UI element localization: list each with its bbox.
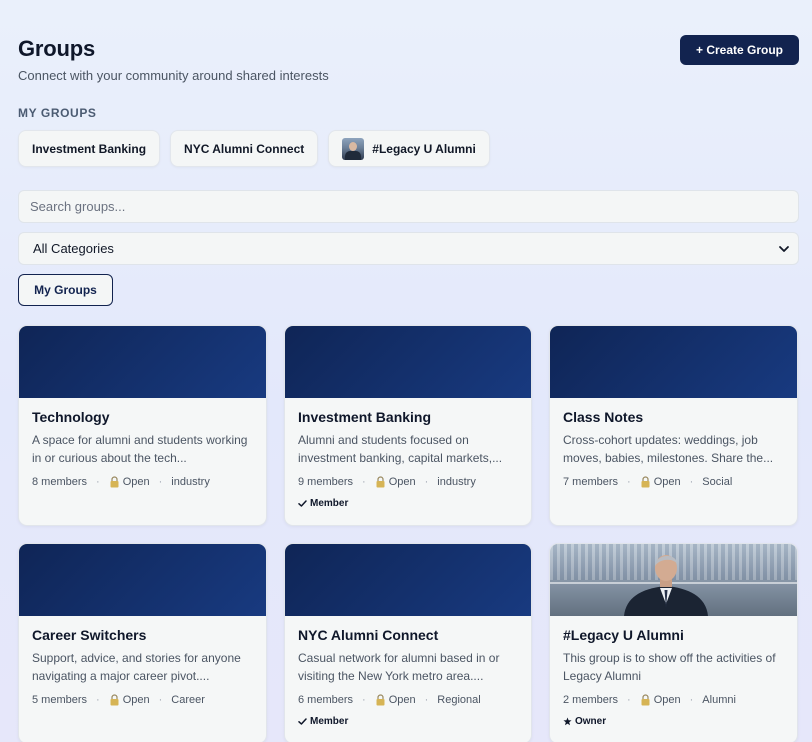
badge-label: Owner <box>575 716 607 727</box>
group-title: Career Switchers <box>32 627 147 643</box>
group-title: Technology <box>32 409 110 425</box>
check-icon <box>298 500 307 507</box>
access-label: Open <box>122 476 150 488</box>
group-category: Alumni <box>702 694 736 706</box>
group-description: This group is to show off the activities… <box>563 651 776 683</box>
group-category: Career <box>171 694 205 706</box>
group-banner <box>285 544 531 616</box>
member-count: 9 members <box>298 476 354 488</box>
group-title: Investment Banking <box>298 409 432 425</box>
group-meta: 5 members · Open · Career <box>32 694 205 706</box>
member-count: 5 members <box>32 694 88 706</box>
chevron-down-icon <box>779 245 789 252</box>
groups-grid: Technology A space for alumni and studen… <box>18 325 799 742</box>
group-banner <box>550 326 797 398</box>
group-category: industry <box>171 476 210 488</box>
group-card[interactable]: #Legacy U Alumni This group is to show o… <box>549 543 798 742</box>
group-meta: 2 members · Open · Alumni <box>563 694 736 706</box>
member-badge: Member <box>298 716 518 727</box>
chip-label: Investment Banking <box>32 141 147 156</box>
group-description: A space for alumni and students working … <box>32 433 248 465</box>
group-category: Social <box>702 476 733 488</box>
group-title: #Legacy U Alumni <box>563 627 684 643</box>
access-label: Open <box>388 694 416 706</box>
group-description: Alumni and students focused on investmen… <box>298 433 503 465</box>
group-avatar <box>342 137 365 160</box>
group-meta: 7 members · Open · Social <box>563 476 733 488</box>
my-groups-heading: MY GROUPS <box>18 106 97 120</box>
search-input[interactable] <box>18 190 799 223</box>
my-group-chip-investment-banking[interactable]: Investment Banking <box>18 130 161 167</box>
lock-icon <box>641 476 650 488</box>
lock-icon <box>376 694 385 706</box>
groups-page: Groups Connect with your community aroun… <box>18 0 799 742</box>
badge-label: Member <box>310 498 349 509</box>
member-count: 7 members <box>563 476 619 488</box>
group-card[interactable]: Investment Banking Alumni and students f… <box>284 325 532 526</box>
chip-label: NYC Alumni Connect <box>184 141 305 156</box>
group-description: Casual network for alumni based in or vi… <box>298 651 500 683</box>
lock-icon <box>641 694 650 706</box>
chip-label: #Legacy U Alumni <box>372 141 476 156</box>
owner-badge: Owner <box>563 716 784 727</box>
group-title: NYC Alumni Connect <box>298 627 439 643</box>
my-groups-filter-button[interactable]: My Groups <box>18 274 113 306</box>
group-card[interactable]: Technology A space for alumni and studen… <box>18 325 267 526</box>
group-meta: 6 members · Open · Regional <box>298 694 481 706</box>
lock-icon <box>110 694 119 706</box>
category-select-value: All Categories <box>33 241 114 256</box>
group-card[interactable]: Career Switchers Support, advice, and st… <box>18 543 267 742</box>
group-description: Cross-cohort updates: weddings, job move… <box>563 433 774 465</box>
badge-label: Member <box>310 716 349 727</box>
page-subtitle: Connect with your community around share… <box>18 68 329 83</box>
lock-icon <box>376 476 385 488</box>
group-banner <box>19 326 266 398</box>
page-title: Groups <box>18 36 96 61</box>
star-icon <box>563 717 572 726</box>
page-header: Groups Connect with your community aroun… <box>18 0 799 104</box>
my-group-chip-legacy-u-alumni[interactable]: #Legacy U Alumni <box>328 130 490 167</box>
group-category: industry <box>437 476 476 488</box>
group-card[interactable]: NYC Alumni Connect Casual network for al… <box>284 543 532 742</box>
access-label: Open <box>653 694 681 706</box>
member-count: 8 members <box>32 476 88 488</box>
group-banner-photo <box>550 544 797 616</box>
access-label: Open <box>122 694 150 706</box>
group-card[interactable]: Class Notes Cross-cohort updates: weddin… <box>549 325 798 526</box>
group-title: Class Notes <box>563 409 644 425</box>
member-count: 2 members <box>563 694 619 706</box>
access-label: Open <box>653 476 681 488</box>
category-select[interactable]: All Categories <box>18 232 799 265</box>
group-photo <box>624 555 708 616</box>
group-meta: 8 members · Open · industry <box>32 476 210 488</box>
access-label: Open <box>388 476 416 488</box>
group-category: Regional <box>437 694 481 706</box>
lock-icon <box>110 476 119 488</box>
my-group-chip-nyc-alumni-connect[interactable]: NYC Alumni Connect <box>170 130 319 167</box>
check-icon <box>298 718 307 725</box>
group-description: Support, advice, and stories for anyone … <box>32 651 241 683</box>
group-banner <box>285 326 531 398</box>
group-meta: 9 members · Open · industry <box>298 476 476 488</box>
my-groups-chips: Investment Banking NYC Alumni Connect #L… <box>18 130 490 167</box>
member-badge: Member <box>298 498 518 509</box>
group-banner <box>19 544 266 616</box>
member-count: 6 members <box>298 694 354 706</box>
create-group-button[interactable]: + Create Group <box>680 35 799 65</box>
